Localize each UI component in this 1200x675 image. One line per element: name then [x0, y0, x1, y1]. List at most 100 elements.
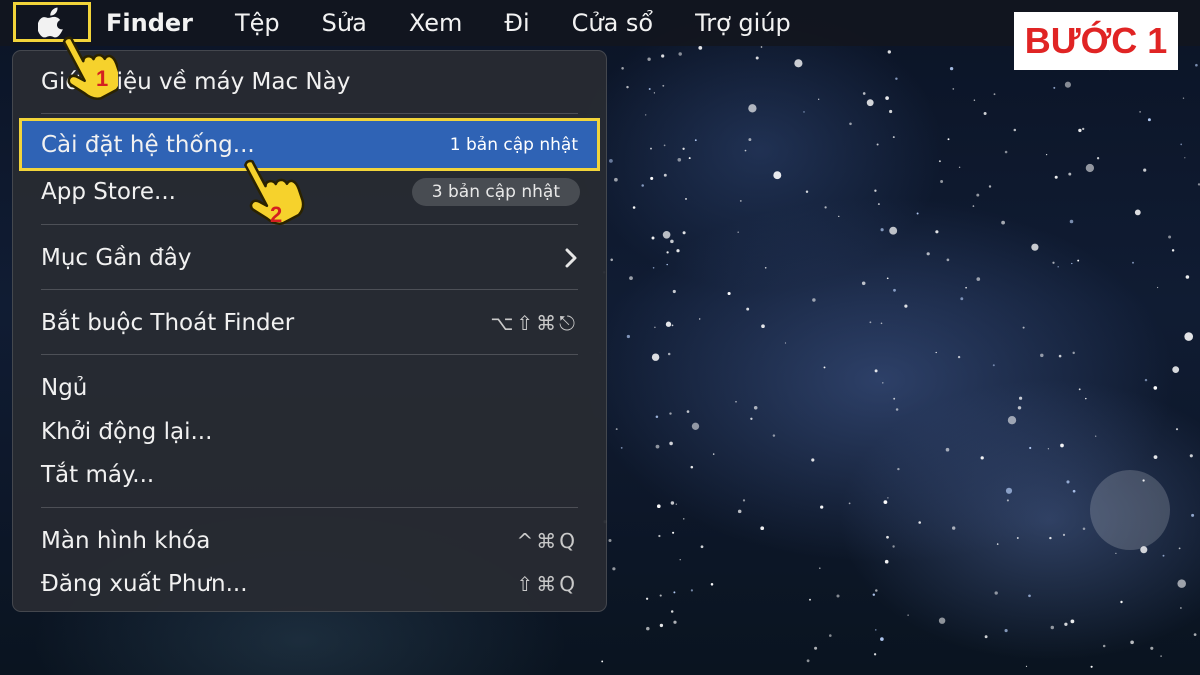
star	[1057, 265, 1059, 268]
star	[663, 173, 667, 177]
star	[1005, 487, 1013, 494]
star	[1013, 128, 1017, 132]
menu-go[interactable]: Đi	[504, 9, 529, 37]
star	[880, 637, 884, 641]
star	[670, 610, 674, 613]
star	[737, 509, 742, 514]
star	[984, 635, 988, 639]
star	[744, 149, 747, 152]
star	[1175, 428, 1179, 431]
star	[874, 369, 878, 373]
menu-finder[interactable]: Finder	[106, 9, 193, 37]
star	[739, 199, 742, 202]
menu-item-shutdown[interactable]: Tắt máy...	[41, 455, 578, 495]
star	[656, 504, 661, 509]
star	[1062, 533, 1066, 537]
star	[601, 660, 604, 663]
menu-help[interactable]: Trợ giúp	[695, 9, 791, 37]
star	[972, 205, 975, 207]
star	[862, 92, 866, 95]
menu-item-force-quit[interactable]: Bắt buộc Thoát Finder ⌥⇧⌘⎋	[41, 303, 578, 343]
menu-edit[interactable]: Sửa	[322, 9, 367, 37]
step-badge: BƯỚC 1	[1014, 12, 1178, 70]
star	[812, 298, 816, 302]
star	[794, 59, 803, 68]
star	[1047, 448, 1050, 450]
star	[651, 236, 655, 240]
keyboard-shortcut: ^⌘Q	[516, 529, 578, 553]
menu-item-restart[interactable]: Khởi động lại...	[41, 412, 578, 452]
star	[876, 143, 879, 146]
menu-item-sleep[interactable]: Ngủ	[41, 368, 578, 408]
keyboard-shortcut: ⌥⇧⌘⎋	[490, 311, 578, 335]
star	[669, 412, 672, 415]
star	[805, 190, 809, 194]
star	[1082, 527, 1086, 531]
star	[650, 176, 654, 180]
star	[1031, 243, 1039, 251]
star	[748, 104, 757, 113]
star	[819, 567, 821, 569]
star	[679, 559, 681, 561]
star	[748, 138, 752, 142]
star	[666, 263, 668, 266]
menu-view[interactable]: Xem	[409, 9, 463, 37]
menu-item-lock-screen[interactable]: Màn hình khóa ^⌘Q	[41, 521, 578, 561]
star	[1016, 537, 1019, 539]
star	[873, 653, 877, 656]
star	[746, 307, 750, 311]
star	[820, 505, 824, 509]
star	[1102, 644, 1106, 648]
star	[1185, 275, 1190, 279]
menu-window[interactable]: Cửa sổ	[572, 9, 654, 37]
star	[1004, 629, 1008, 633]
star	[886, 277, 889, 280]
star	[1178, 547, 1181, 550]
menu-file[interactable]: Tệp	[235, 9, 280, 37]
keyboard-shortcut: ⇧⌘Q	[516, 572, 578, 596]
star	[654, 326, 656, 329]
star	[1177, 579, 1186, 588]
star	[653, 92, 656, 94]
menu-item-label: Mục Gần đây	[41, 245, 192, 271]
menu-item-recent-items[interactable]: Mục Gần đây	[41, 238, 578, 278]
star	[1069, 219, 1074, 224]
menu-item-system-settings[interactable]: Cài đặt hệ thống... 1 bản cập nhật	[41, 125, 578, 165]
star	[872, 593, 876, 596]
star	[1162, 554, 1165, 557]
star	[875, 629, 877, 631]
star	[1007, 416, 1017, 425]
star	[946, 258, 950, 262]
menu-item-label: Khởi động lại...	[41, 419, 213, 445]
star	[889, 226, 898, 235]
star	[672, 289, 676, 294]
menu-item-about-this-mac[interactable]: Giới thiệu về máy Mac Này	[41, 62, 578, 102]
star	[935, 351, 937, 354]
menu-separator	[41, 354, 578, 355]
star	[1054, 175, 1058, 179]
pointing-hand-icon: 2	[236, 150, 306, 236]
menu-item-app-store[interactable]: App Store... 3 bản cập nhật	[41, 172, 580, 212]
star	[678, 52, 682, 56]
menu-item-log-out[interactable]: Đăng xuất Phưn... ⇧⌘Q	[41, 564, 578, 604]
star	[893, 288, 896, 292]
star	[993, 93, 996, 96]
star	[1168, 235, 1172, 239]
menu-separator	[41, 113, 578, 114]
star	[803, 111, 805, 113]
star	[952, 88, 955, 90]
star	[670, 239, 674, 244]
star	[1195, 63, 1198, 67]
star	[675, 503, 677, 505]
star	[994, 591, 998, 595]
star	[996, 543, 999, 545]
star	[632, 206, 636, 209]
star	[814, 646, 818, 650]
star	[650, 147, 652, 150]
star	[848, 502, 851, 505]
star	[1019, 396, 1023, 400]
star	[641, 184, 644, 187]
star	[938, 160, 941, 163]
star	[1115, 552, 1117, 555]
star	[892, 136, 895, 139]
